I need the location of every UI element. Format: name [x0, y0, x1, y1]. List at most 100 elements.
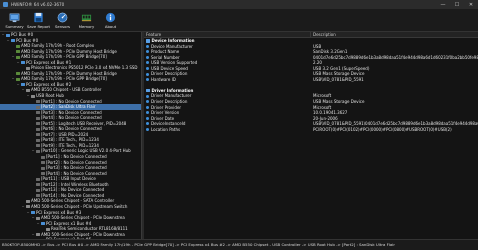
section-icon	[146, 88, 150, 93]
device-node-icon	[15, 44, 20, 48]
tree-item-label: AMD B550 Chipset - USB Controller	[31, 87, 102, 93]
summary-label: Summary	[5, 24, 24, 29]
tree-item-label: AMD Family 17h/19h - PCIe Dummy Host Bri…	[21, 48, 117, 54]
properties-list: Device Information Device Manufacturer USB…	[144, 38, 478, 132]
tree-item-label: [Port12] : Intel Wireless Bluetooth	[41, 181, 109, 187]
device-node-icon	[40, 172, 45, 176]
device-node-icon	[35, 144, 40, 148]
window-title: HWiNFO® 64 v6.02-3670	[11, 2, 65, 7]
about-label: About	[104, 24, 117, 29]
device-node-icon	[35, 105, 40, 109]
property-icon	[146, 55, 149, 59]
tree-item-label: [Port8] : ITE Tech., PID=1234	[41, 137, 99, 143]
feature-column-header[interactable]: Feature	[144, 32, 311, 37]
title-bar: HWiNFO® 64 v6.02-3670 — ☐ ✕	[0, 0, 478, 9]
device-node-icon	[30, 94, 35, 98]
memory-icon	[81, 14, 92, 22]
property-icon	[146, 94, 149, 98]
device-node-icon	[35, 100, 40, 104]
tree-item-label: [Port4] : No Device Connected	[46, 170, 107, 176]
status-path: B50KTOP-8500MHD -> Bus -> PCI Bus #0 -> …	[2, 242, 395, 247]
device-node-icon	[35, 133, 40, 137]
about-button[interactable]: About	[99, 9, 122, 32]
tree-item-label: AMD 500-Series Chipset - PCIe Downstrea	[41, 231, 125, 237]
property-value: PCIROOT(0)#PCI(0102)#PCI(0000)#PCI(0800)…	[313, 126, 452, 132]
tree-item-label: AMD 500-Series Chipset - SATA Controller	[31, 198, 115, 204]
device-node-icon	[20, 61, 25, 65]
device-node-icon	[35, 188, 40, 192]
device-node-icon	[25, 66, 30, 70]
property-key-label: Location Paths	[151, 126, 181, 132]
tree-item-label: AMD 500-Series Chipset - PCIe Downstrea	[41, 215, 125, 221]
tree-item-label: PCI Express x4 Bus #1	[26, 59, 72, 65]
sensors-button[interactable]: Sensors	[51, 9, 74, 32]
device-node-icon	[30, 211, 35, 214]
device-node-icon	[35, 177, 40, 181]
tree-item-label: [Port11] : USB Input Device	[41, 176, 96, 182]
device-node-icon	[10, 39, 15, 43]
tree-item-label: AMD Family 17h/19h - PCIe GPP Bridge[70]	[21, 76, 107, 82]
tree-item-label: [Port2] : No Device Connected	[46, 159, 107, 165]
device-node-icon	[15, 50, 20, 54]
tree-item-label: [Port5] : Logitech USB Receiver, PID=204…	[41, 120, 127, 126]
tree-item-label: [Port2] : SanDisk Ultra Flair	[41, 104, 96, 110]
device-node-icon	[35, 216, 40, 220]
memory-button[interactable]: Memory	[75, 9, 98, 32]
property-row[interactable]: Hardware ID USB\VID_0781&PID_5591	[144, 77, 478, 83]
tree-item-label: [Port7] : USB PID=2024	[41, 131, 89, 137]
property-icon	[146, 100, 149, 104]
save-report-button[interactable]: Save Report	[27, 9, 50, 32]
minimize-button[interactable]: —	[436, 0, 450, 9]
device-node-icon	[40, 166, 45, 170]
toolbar: Summary Save Report Sensors Memory About	[0, 9, 478, 32]
property-icon	[146, 61, 149, 65]
property-icon	[146, 50, 149, 54]
property-icon	[146, 44, 149, 48]
tree-item-label: PCI Express x1 Bus #4	[46, 220, 92, 226]
tree-item-label: PCI Bus #0	[16, 37, 39, 43]
device-node-icon	[35, 183, 40, 187]
tree-item-label: USB Root Hub	[36, 93, 64, 99]
device-node-icon	[35, 138, 40, 142]
device-tree[interactable]: − PCI Bus #0− PCI Bus #0 AMD Family 17h/19h…	[0, 32, 142, 239]
device-node-icon	[40, 222, 45, 226]
device-node-icon	[15, 77, 20, 81]
device-node-icon	[40, 155, 45, 159]
device-node-icon	[35, 233, 40, 237]
property-key-label: Hardware ID	[151, 76, 176, 82]
summary-icon	[9, 13, 20, 23]
tree-item-label: [Port6] : No Device Connected	[41, 126, 102, 132]
property-icon	[146, 116, 149, 120]
tree-item-label: [Port1] : No Device Connected	[46, 154, 107, 160]
tree-item-label: AMD Family 17h/19h - PCIe GPP Bridge[70]	[21, 54, 107, 60]
property-icon	[146, 67, 149, 70]
device-node-icon	[35, 127, 40, 131]
property-icon	[146, 72, 149, 76]
status-bar: B50KTOP-8500MHD -> Bus -> PCI Bus #0 -> …	[0, 239, 478, 250]
maximize-button[interactable]: ☐	[450, 0, 464, 9]
memory-label: Memory	[78, 24, 95, 29]
device-node-icon	[5, 33, 10, 37]
device-node-icon	[40, 161, 45, 165]
property-row[interactable]: Location Paths PCIROOT(0)#PCI(0102)#PCI(0…	[144, 127, 478, 133]
close-button[interactable]: ✕	[464, 0, 478, 9]
tree-item-label: RealTek Semiconductor RTL8168/8111	[51, 226, 128, 232]
property-icon	[146, 122, 149, 126]
device-node-icon	[15, 55, 20, 59]
about-icon	[105, 12, 116, 23]
device-node-icon	[20, 83, 25, 87]
tree-item-label: PCI Bus #0	[11, 32, 34, 37]
property-icon	[146, 78, 149, 82]
description-column-header[interactable]: Description	[311, 32, 478, 37]
tree-item-label: PCI Express x4 Bus #3	[36, 209, 82, 215]
app-icon	[3, 2, 8, 7]
tree-item-label: AMD 500-Series Chipset - PCIe Upstream S…	[31, 203, 128, 209]
device-node-icon	[25, 199, 30, 203]
tree-item-label: [Port14] : No Device Connected	[41, 192, 105, 198]
property-key: Location Paths	[144, 127, 311, 133]
tree-item-label: [Port1] : No Device Connected	[41, 98, 102, 104]
tree-item-label: [Port9] : ITE Tech., PID=1234	[41, 142, 99, 148]
tree-item-label: [Port13] : No Device Connected	[41, 187, 105, 193]
summary-button[interactable]: Summary	[3, 9, 26, 32]
sensors-icon	[57, 12, 68, 23]
